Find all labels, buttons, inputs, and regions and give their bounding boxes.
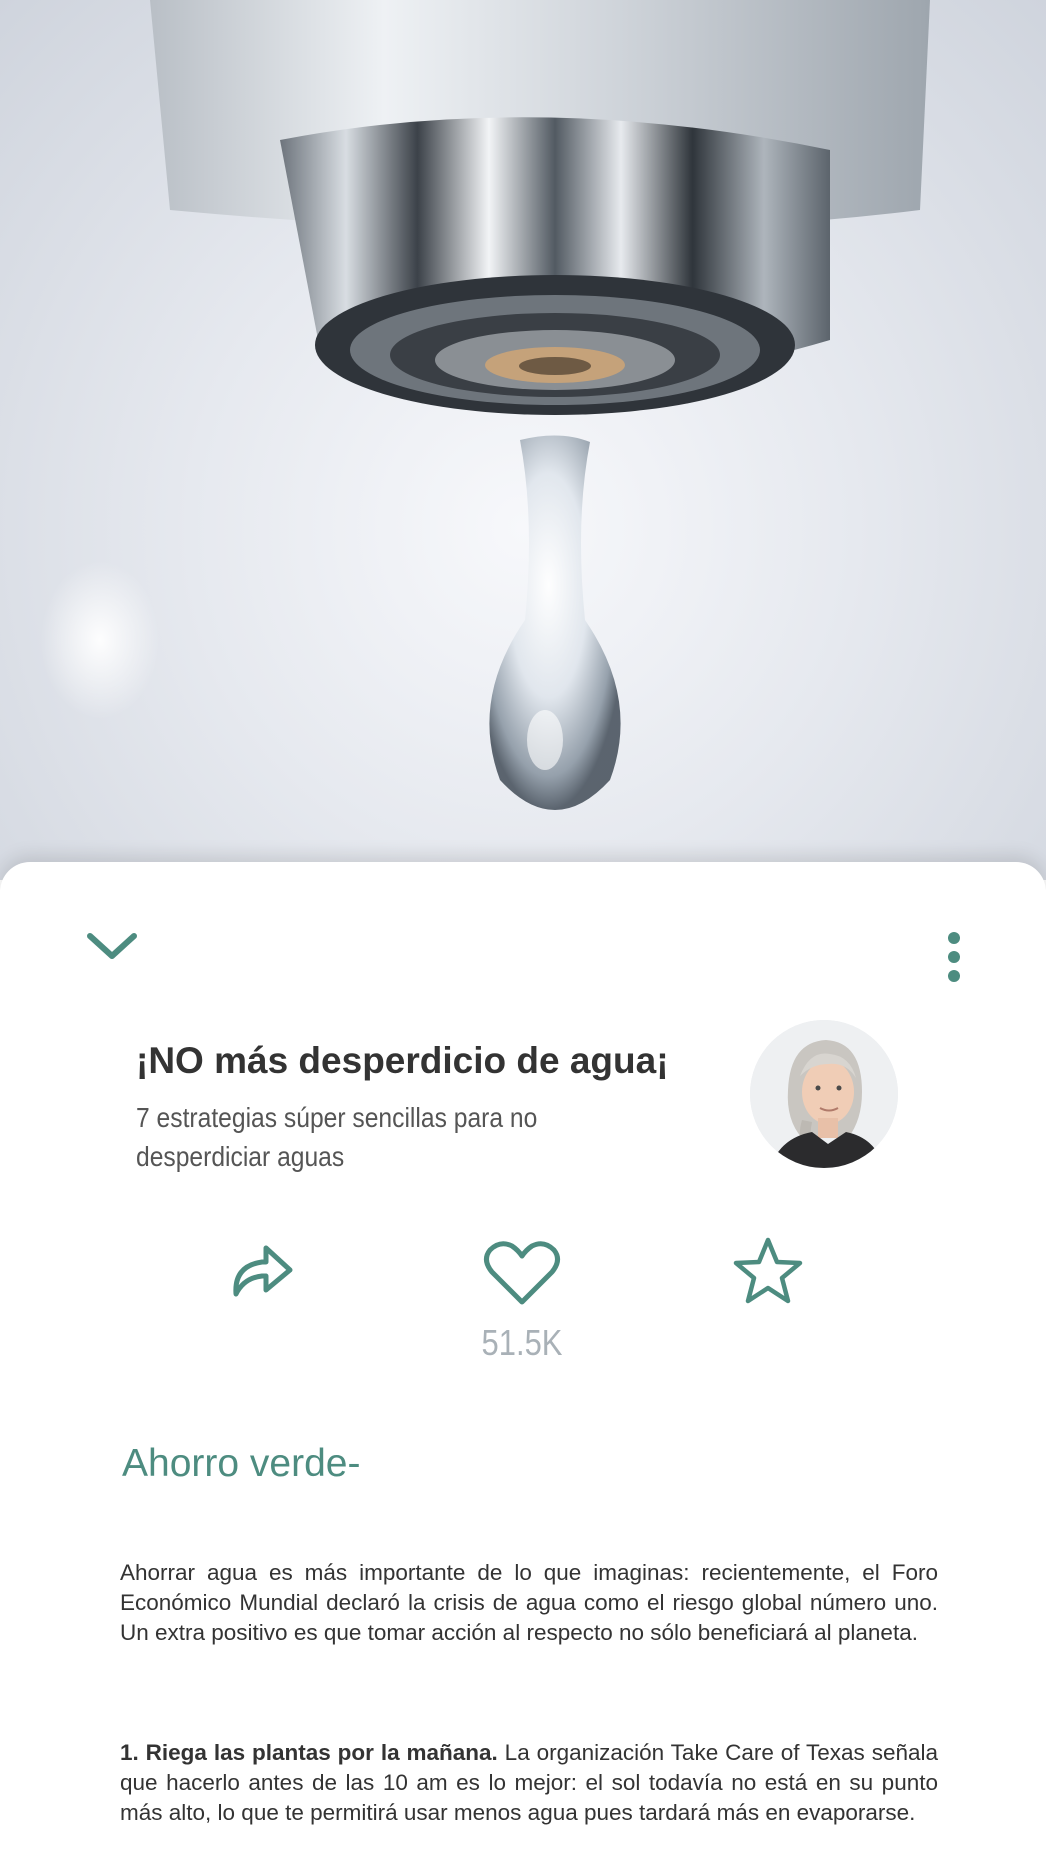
share-icon (233, 1245, 293, 1297)
heart-icon (484, 1241, 560, 1305)
like-button[interactable] (482, 1238, 562, 1308)
article-subtitle: 7 estrategias súper sencillas para no de… (136, 1102, 538, 1172)
hero-image (0, 0, 1046, 880)
author-avatar[interactable] (750, 1020, 898, 1168)
likes-count: 51.5K (481, 1322, 563, 1363)
section-title: Ahorro verde- (122, 1442, 361, 1485)
faucet-illustration (150, 0, 930, 810)
intro-paragraph: Ahorrar agua es más importante de lo que… (120, 1560, 938, 1645)
tip-heading: 1. Riega las plantas por la mañana. (120, 1740, 498, 1765)
star-icon (733, 1237, 803, 1304)
more-options-button[interactable] (934, 930, 974, 986)
favorite-button[interactable] (732, 1236, 804, 1306)
collapse-button[interactable] (80, 926, 144, 970)
article-sheet (0, 862, 1046, 1867)
share-button[interactable] (226, 1238, 296, 1304)
avatar (750, 1020, 898, 1168)
article-title: ¡NO más desperdicio de agua¡ (136, 1040, 669, 1081)
tip-paragraph: 1. Riega las plantas por la mañana. La o… (120, 1738, 938, 1828)
chevron-down-icon (87, 933, 137, 959)
more-vertical-icon (948, 932, 960, 982)
